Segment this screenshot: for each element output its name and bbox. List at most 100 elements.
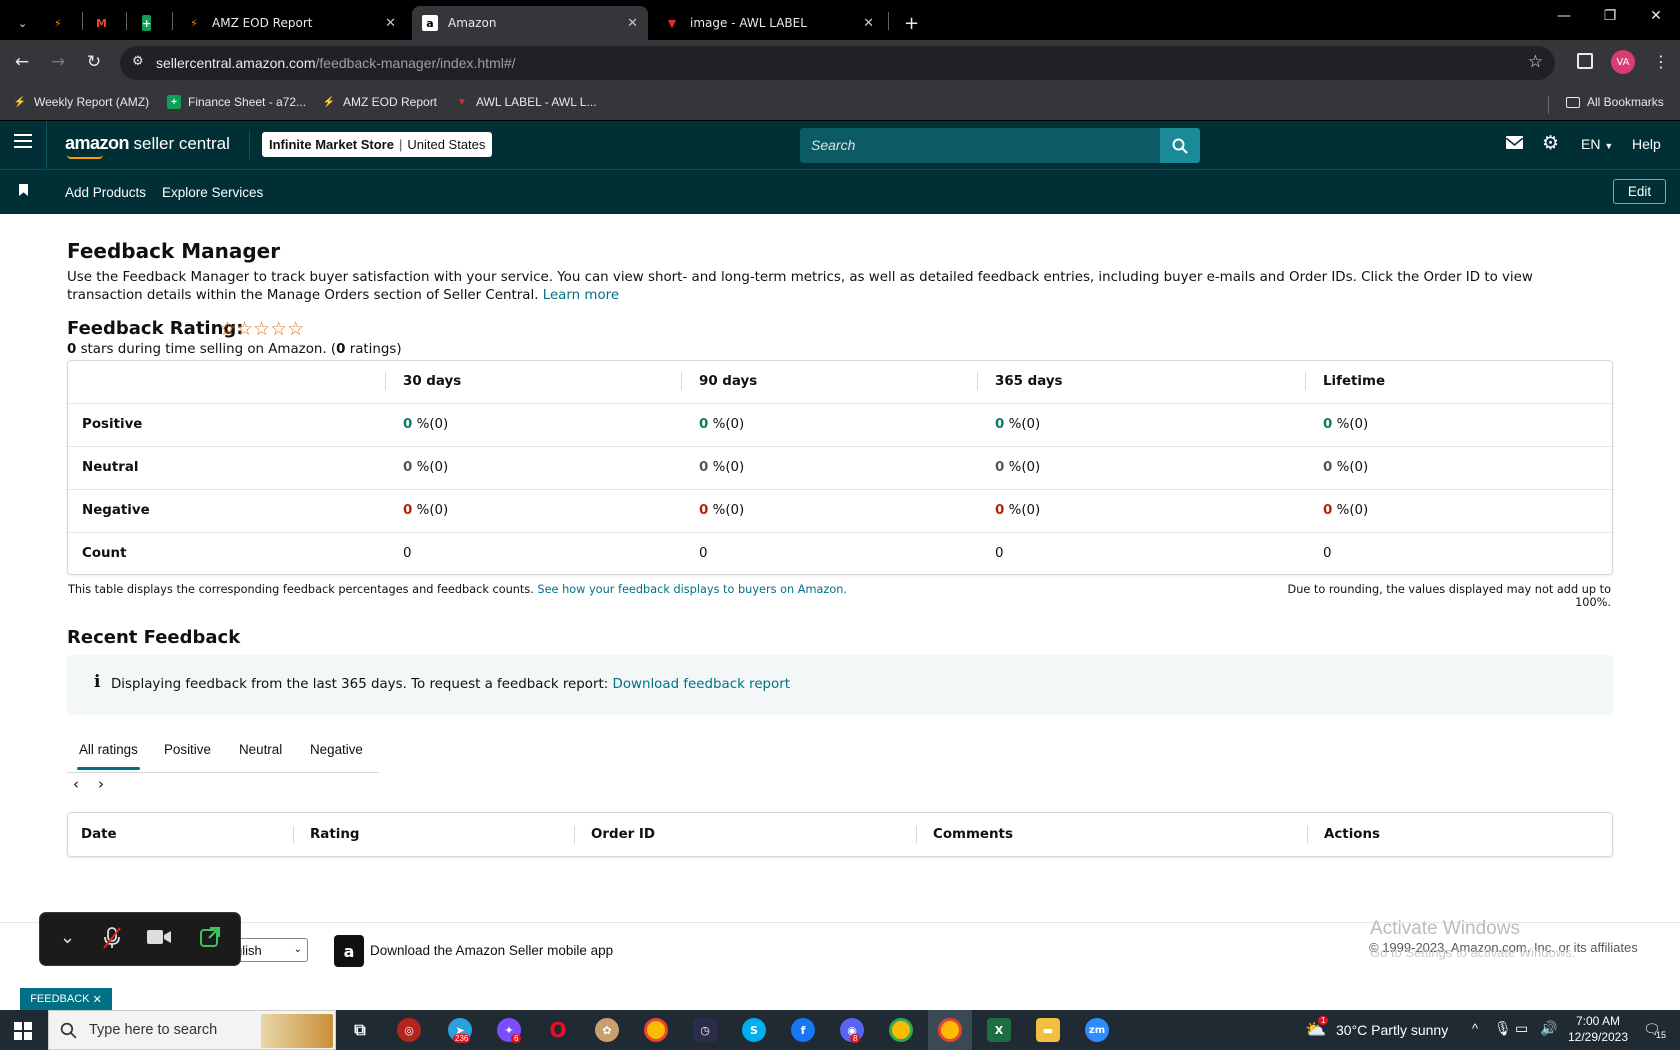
store-selector[interactable]: Infinite Market Store | United States <box>262 132 493 157</box>
omnibox[interactable]: ⚙ sellercentral.amazon.com/feedback-mana… <box>120 46 1555 80</box>
excel-icon[interactable]: X <box>987 1018 1011 1042</box>
nav-add-products[interactable]: Add Products <box>65 185 146 200</box>
site-info-icon[interactable]: ⚙ <box>132 54 144 69</box>
tab-pinned-sheets[interactable]: + <box>132 6 166 40</box>
column-header-rating[interactable]: Rating <box>310 827 359 842</box>
search-button[interactable] <box>1160 128 1200 163</box>
side-panel-icon[interactable] <box>1577 53 1593 69</box>
amazon-icon: a <box>422 15 438 31</box>
metric-value: 0 <box>403 460 413 475</box>
info-alert-text: Displaying feedback from the last 365 da… <box>111 677 790 692</box>
zoom-icon[interactable]: zm <box>1085 1018 1109 1042</box>
all-bookmarks[interactable]: All Bookmarks <box>1566 95 1664 109</box>
tab-awl-label[interactable]: ▼ image - AWL LABEL ✕ <box>654 6 884 40</box>
video-camera-icon[interactable] <box>146 927 172 951</box>
awl-icon: ▼ <box>667 16 677 30</box>
network-icon[interactable]: ▭ <box>1515 1020 1528 1037</box>
learn-more-link[interactable]: Learn more <box>543 288 619 303</box>
tab-amz-eod-report[interactable]: ⚡ AMZ EOD Report ✕ <box>176 6 406 40</box>
clock-time: 7:00 AM <box>1575 1014 1621 1028</box>
windows-start-icon[interactable] <box>14 1022 32 1040</box>
column-header-order-id[interactable]: Order ID <box>591 827 655 842</box>
tray-chevron-up-icon[interactable]: ^ <box>1472 1021 1478 1036</box>
tab-positive[interactable]: Positive <box>164 742 211 757</box>
new-tab-button[interactable]: + <box>894 6 920 40</box>
restore-button[interactable]: ❐ <box>1587 8 1633 24</box>
chrome-active-icon[interactable] <box>938 1018 962 1042</box>
weather-badge: 1 <box>1318 1016 1329 1025</box>
bookmark-amz-eod[interactable]: ⚡ AMZ EOD Report <box>322 95 437 109</box>
mic-muted-icon[interactable] <box>102 927 122 954</box>
prev-page-chevron-icon[interactable]: ‹ <box>73 775 79 793</box>
discord-badge: 8 <box>850 1034 861 1043</box>
profile-avatar[interactable]: VA <box>1611 50 1635 74</box>
facebook-icon[interactable]: f <box>791 1018 815 1042</box>
seller-central-logo[interactable]: amazon seller central <box>65 133 230 159</box>
edit-nav-button[interactable]: Edit <box>1613 179 1666 204</box>
app-icon-fan[interactable]: ✿ <box>595 1018 619 1042</box>
close-icon[interactable]: ✕ <box>863 16 874 31</box>
tab-pinned-gmail[interactable]: M <box>86 6 120 40</box>
clock[interactable]: 7:00 AM 12/29/2023 <box>1566 1014 1630 1044</box>
chevron-down-icon[interactable]: ⌄ <box>60 927 75 948</box>
tab-all-ratings[interactable]: All ratings <box>79 742 138 757</box>
help-link[interactable]: Help <box>1632 136 1661 152</box>
mobile-app-link[interactable]: Download the Amazon Seller mobile app <box>370 943 613 958</box>
taskbar-search-input[interactable]: Type here to search <box>48 1010 336 1050</box>
search-input[interactable]: Search <box>800 128 1162 163</box>
file-explorer-icon[interactable]: ▬ <box>1036 1018 1060 1042</box>
nav-explore-services[interactable]: Explore Services <box>162 185 263 200</box>
bookmark-finance-sheet[interactable]: + Finance Sheet - a72... <box>167 95 306 109</box>
hamburger-menu-icon[interactable] <box>14 134 32 148</box>
chrome-profile-icon[interactable] <box>889 1018 913 1042</box>
clock-app-icon[interactable]: ◷ <box>693 1018 717 1042</box>
language-selector[interactable]: EN ▼ <box>1581 136 1613 152</box>
bookmark-weekly-report[interactable]: ⚡ Weekly Report (AMZ) <box>13 95 149 109</box>
back-button[interactable]: ← <box>9 52 35 72</box>
bookmark-icon[interactable] <box>19 184 28 196</box>
amazon-app-icon[interactable]: a <box>334 935 364 967</box>
bookmark-star-icon[interactable]: ☆ <box>1528 52 1543 72</box>
close-icon[interactable]: ✕ <box>93 993 102 1006</box>
reload-button[interactable]: ↻ <box>81 52 107 72</box>
task-view-icon[interactable]: ⧉ <box>348 1018 372 1042</box>
settings-gear-icon[interactable]: ⚙ <box>1542 132 1559 154</box>
column-header-actions[interactable]: Actions <box>1324 827 1380 842</box>
metric-count: %(0) <box>1336 503 1369 518</box>
share-screen-icon[interactable] <box>200 927 220 952</box>
next-page-chevron-icon[interactable]: › <box>98 775 104 793</box>
minimize-button[interactable]: — <box>1541 8 1587 24</box>
close-icon[interactable]: ✕ <box>385 16 396 31</box>
column-header-date[interactable]: Date <box>81 827 117 842</box>
search-icon <box>1172 138 1188 154</box>
app-icon-red[interactable]: ◎ <box>397 1018 421 1042</box>
skype-icon[interactable]: S <box>742 1018 766 1042</box>
volume-icon[interactable]: 🔊 <box>1540 1020 1557 1037</box>
microphone-icon[interactable]: 🎙 <box>1494 1020 1512 1037</box>
tab-negative[interactable]: Negative <box>310 742 363 757</box>
see-feedback-link[interactable]: See how your feedback displays to buyers… <box>537 583 847 596</box>
star-rating-icon: ☆☆☆☆☆ <box>219 318 305 340</box>
stars-count: 0 <box>67 342 77 357</box>
tab-search-button[interactable]: ⌄ <box>8 6 38 40</box>
chrome-icon[interactable] <box>644 1018 668 1042</box>
bookmark-awl-label[interactable]: ▼ AWL LABEL - AWL L... <box>455 95 596 109</box>
zap-icon: ⚡ <box>322 96 336 108</box>
weather-text[interactable]: 30°C Partly sunny <box>1336 1022 1448 1038</box>
forward-button[interactable]: → <box>45 52 71 72</box>
tab-neutral[interactable]: Neutral <box>239 742 282 757</box>
menu-kebab-icon[interactable]: ⋮ <box>1653 52 1669 71</box>
download-report-link[interactable]: Download feedback report <box>613 677 791 692</box>
feedback-tag[interactable]: FEEDBACK ✕ <box>20 988 112 1010</box>
opera-icon[interactable]: O <box>546 1018 570 1042</box>
column-header-comments[interactable]: Comments <box>933 827 1013 842</box>
mail-icon[interactable] <box>1505 136 1524 149</box>
window-close-button[interactable]: ✕ <box>1633 8 1679 24</box>
metric-count: %(0) <box>1336 460 1369 475</box>
tab-pinned-zap[interactable]: ⚡ <box>44 6 78 40</box>
page-title: Feedback Manager <box>67 239 281 263</box>
close-icon[interactable]: ✕ <box>627 16 638 31</box>
sheets-icon: + <box>167 95 181 109</box>
clock-date: 12/29/2023 <box>1567 1030 1629 1044</box>
tab-amazon[interactable]: a Amazon ✕ <box>412 6 648 40</box>
